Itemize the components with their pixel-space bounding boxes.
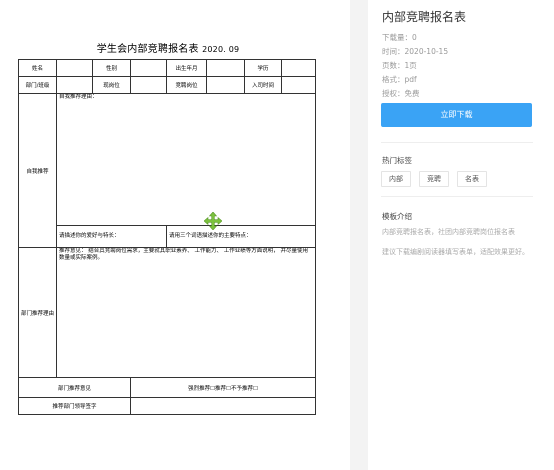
dept-value xyxy=(56,76,93,94)
signature-value xyxy=(130,397,316,415)
registration-form-table: 姓名 性别 出生年月 学历 部门/班级 现岗位 竞聘岗位 入司时间 自我推荐 自… xyxy=(18,59,316,415)
dept-opinion-value: 强烈推荐☐推荐☐不予推荐☐ xyxy=(130,377,316,398)
tag-competition[interactable]: 竞聘 xyxy=(419,171,449,187)
dept-recommend-label: 部门推荐理由 xyxy=(18,247,57,378)
education-value xyxy=(281,59,316,77)
birth-value xyxy=(206,59,245,77)
document-date: 2020. 09 xyxy=(202,45,240,54)
traits-prompt: 请用三个词语描述你的主要特点： xyxy=(166,225,316,248)
document-preview: 学生会内部竞聘报名表 2020. 09 姓名 性别 出生年月 学历 部门/班级 xyxy=(0,0,350,470)
download-button[interactable]: 立即下载 xyxy=(381,103,532,127)
dept-label: 部门/班级 xyxy=(18,76,57,94)
move-cursor-icon xyxy=(204,212,222,230)
intro-line-1: 内部竞聘报名表，社团内部竞聘岗位报名表 xyxy=(382,228,515,236)
page-count: 页数：1页 xyxy=(382,61,417,70)
download-count: 下载量：0 xyxy=(382,33,417,42)
license: 授权：免费 xyxy=(382,89,420,98)
table-row: 推荐部门领导签字 xyxy=(18,397,316,415)
signature-label: 推荐部门领导签字 xyxy=(18,397,131,415)
hot-tags-title: 热门标签 xyxy=(382,156,412,165)
current-post-value xyxy=(130,76,167,94)
table-row: 姓名 性别 出生年月 学历 xyxy=(18,59,316,77)
hobby-prompt: 请描述你的爱好与特长： xyxy=(56,225,167,248)
table-row: 部门推荐理由 推荐意见： 结合其竞聘岗位需求，主要就其职业素养、 工作能力、 工… xyxy=(18,247,316,378)
gender-label: 性别 xyxy=(92,59,131,77)
name-value xyxy=(56,59,93,77)
tag-list: 内部 竞聘 名表 xyxy=(381,171,487,187)
document-title: 学生会内部竞聘报名表 2020. 09 xyxy=(96,44,240,55)
tag-internal[interactable]: 内部 xyxy=(381,171,411,187)
divider xyxy=(381,142,533,143)
info-sidebar: 内部竞聘报名表 下载量：0 时间：2020-10-15 页数：1页 格式：pdf… xyxy=(368,0,554,470)
education-label: 学历 xyxy=(244,59,282,77)
divider xyxy=(381,196,533,197)
name-label: 姓名 xyxy=(18,59,57,77)
template-intro-title: 模板介绍 xyxy=(382,212,412,221)
dept-opinion-label: 部门推荐意见 xyxy=(18,377,131,398)
current-post-label: 现岗位 xyxy=(92,76,131,94)
table-row: 请描述你的爱好与特长： 请用三个词语描述你的主要特点： xyxy=(19,225,316,248)
template-title: 内部竞聘报名表 xyxy=(382,10,467,24)
publish-time: 时间：2020-10-15 xyxy=(382,47,449,56)
table-row: 自我推荐 自我推荐理由： xyxy=(18,93,316,248)
table-row: 部门/班级 现岗位 竞聘岗位 入司时间 xyxy=(18,76,316,94)
intro-line-2: 建议下载编剧阅读器填写表单，适配效果更好。 xyxy=(382,248,529,256)
gender-value xyxy=(130,59,167,77)
file-format: 格式：pdf xyxy=(382,75,417,84)
table-row: 部门推荐意见 强烈推荐☐推荐☐不予推荐☐ xyxy=(18,377,316,398)
join-time-label: 入司时间 xyxy=(244,76,282,94)
dept-recommend-text: 推荐意见： 结合其竞聘岗位需求，主要就其职业素养、 工作能力、 工作业绩等方面说… xyxy=(56,247,316,378)
document-page: 学生会内部竞聘报名表 2020. 09 姓名 性别 出生年月 学历 部门/班级 xyxy=(18,40,318,415)
target-post-value xyxy=(206,76,245,94)
self-recommend-reason: 自我推荐理由： xyxy=(56,93,316,226)
join-time-value xyxy=(281,76,316,94)
target-post-label: 竞聘岗位 xyxy=(166,76,207,94)
tag-form[interactable]: 名表 xyxy=(457,171,487,187)
self-recommend-label: 自我推荐 xyxy=(18,93,57,248)
birth-label: 出生年月 xyxy=(166,59,207,77)
